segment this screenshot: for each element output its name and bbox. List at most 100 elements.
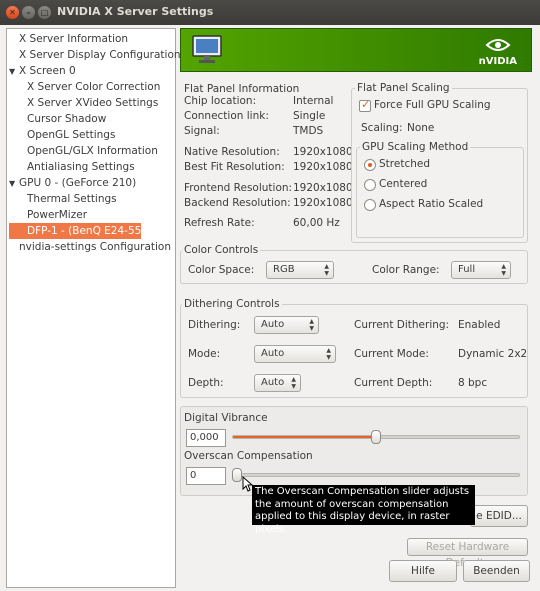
digital-vibrance-slider-handle[interactable]: [371, 430, 381, 444]
color-space-label: Color Space:: [188, 264, 255, 276]
overscan-slider[interactable]: [232, 473, 520, 477]
aspect-ratio-scaled-radio[interactable]: [364, 199, 376, 211]
info-value: 60,00 Hz: [293, 217, 340, 229]
scaling-label: Scaling:: [361, 122, 403, 134]
mode-dropdown[interactable]: Auto ▲ ▼: [254, 345, 336, 363]
maximize-window-icon[interactable]: □: [38, 6, 51, 19]
tree-item-powermizer[interactable]: PowerMizer: [27, 207, 87, 223]
info-value: Single: [293, 110, 326, 122]
flat-panel-info-title: Flat Panel Information: [182, 83, 302, 95]
mouse-pointer-icon: [242, 476, 254, 492]
updown-arrows-icon: ▲ ▼: [326, 347, 331, 361]
color-controls-title: Color Controls: [182, 244, 261, 256]
info-label: Connection link:: [184, 110, 269, 122]
dithering-controls-title: Dithering Controls: [182, 298, 282, 310]
tree-item-x-screen-0[interactable]: ▼ X Screen 0: [9, 63, 76, 79]
overscan-slider-handle[interactable]: [232, 468, 242, 482]
color-space-value: RGB: [273, 264, 295, 275]
mode-label: Mode:: [188, 348, 221, 360]
overscan-tooltip: The Overscan Compensation slider adjusts…: [252, 485, 475, 535]
flat-panel-scaling-title: Flat Panel Scaling: [355, 82, 452, 94]
dithering-value: Auto: [261, 319, 285, 330]
quit-button[interactable]: Beenden: [463, 560, 530, 582]
tree-item-color-correction[interactable]: X Server Color Correction: [27, 79, 160, 95]
digital-vibrance-slider-fill: [233, 436, 376, 438]
tree-item-opengl-settings[interactable]: OpenGL Settings: [27, 127, 115, 143]
close-window-icon[interactable]: ✕: [6, 6, 19, 19]
updown-arrows-icon: ▲ ▼: [309, 318, 314, 332]
nvidia-logo-text: nVIDIA: [478, 56, 517, 67]
nvidia-banner: nVIDIA: [180, 28, 532, 72]
current-depth-label: Current Depth:: [354, 377, 433, 389]
nvidia-eye-icon: [485, 39, 511, 51]
acquire-edid-button[interactable]: e EDID...: [470, 505, 528, 527]
tree-item-x-server-information[interactable]: X Server Information: [19, 31, 128, 47]
expander-down-icon[interactable]: ▼: [9, 176, 19, 192]
current-depth-value: 8 bpc: [458, 377, 488, 389]
force-gpu-scaling-checkbox[interactable]: [359, 98, 371, 112]
updown-arrows-icon: ▲ ▼: [324, 263, 329, 277]
tree-item-dfp-1[interactable]: DFP-1 - (BenQ E24-5500): [9, 223, 159, 239]
navigation-tree[interactable]: X Server Information X Server Display Co…: [6, 28, 181, 588]
dithering-dropdown[interactable]: Auto ▲ ▼: [254, 316, 319, 334]
mode-value: Auto: [261, 348, 285, 359]
info-label: Refresh Rate:: [184, 217, 255, 229]
title-bar: ✕ – □ NVIDIA X Server Settings: [0, 0, 540, 25]
gpu-scaling-method-title: GPU Scaling Method: [360, 141, 471, 153]
nvidia-logo: nVIDIA: [479, 37, 517, 67]
tree-item-label: GPU 0 - (GeForce 210): [19, 177, 137, 189]
info-label: Native Resolution:: [184, 146, 280, 158]
help-button[interactable]: Hilfe: [389, 560, 457, 582]
monitor-icon: [192, 35, 222, 63]
info-value: 1920x1080: [293, 161, 353, 173]
window-title: NVIDIA X Server Settings: [57, 5, 214, 18]
info-label: Signal:: [184, 125, 220, 137]
color-range-value: Full: [458, 264, 476, 275]
centered-radio[interactable]: [364, 179, 376, 191]
expander-down-icon[interactable]: ▼: [9, 64, 19, 80]
info-label: Best Fit Resolution:: [184, 161, 285, 173]
overscan-compensation-title: Overscan Compensation: [184, 450, 313, 462]
tree-item-thermal-settings[interactable]: Thermal Settings: [27, 191, 117, 207]
minimize-window-icon[interactable]: –: [22, 6, 35, 19]
updown-arrows-icon: ▲ ▼: [501, 263, 506, 277]
tree-item-opengl-glx-information[interactable]: OpenGL/GLX Information: [27, 143, 158, 159]
tree-item-cursor-shadow[interactable]: Cursor Shadow: [27, 111, 106, 127]
centered-label[interactable]: Centered: [379, 178, 427, 190]
force-gpu-scaling-label[interactable]: Force Full GPU Scaling: [374, 99, 491, 111]
current-mode-value: Dynamic 2x2: [458, 348, 528, 360]
current-dithering-label: Current Dithering:: [354, 319, 450, 331]
tree-item-label: X Screen 0: [19, 65, 76, 77]
stretched-radio[interactable]: [364, 159, 376, 171]
reset-hardware-defaults-button[interactable]: Reset Hardware Defaults: [407, 538, 528, 569]
info-label: Backend Resolution:: [184, 197, 291, 209]
color-range-dropdown[interactable]: Full ▲ ▼: [451, 261, 511, 279]
current-dithering-value: Enabled: [458, 319, 501, 331]
info-value: 1920x1080: [293, 146, 353, 158]
overscan-value-field[interactable]: 0: [186, 467, 226, 485]
current-mode-label: Current Mode:: [354, 348, 429, 360]
tree-item-antialiasing-settings[interactable]: Antialiasing Settings: [27, 159, 135, 175]
info-value: Internal: [293, 95, 334, 107]
dithering-label: Dithering:: [188, 319, 241, 331]
depth-dropdown[interactable]: Auto ▲ ▼: [254, 374, 301, 392]
color-space-dropdown[interactable]: RGB ▲ ▼: [266, 261, 334, 279]
depth-label: Depth:: [188, 377, 224, 389]
info-value: 1920x1080: [293, 197, 353, 209]
scaling-value: None: [407, 122, 435, 134]
info-value: TMDS: [293, 125, 324, 137]
tree-item-nvidia-settings-configuration[interactable]: nvidia-settings Configuration: [19, 239, 171, 255]
info-label: Frontend Resolution:: [184, 182, 293, 194]
stretched-label[interactable]: Stretched: [379, 158, 430, 170]
color-range-label: Color Range:: [372, 264, 440, 276]
tree-item-xvideo-settings[interactable]: X Server XVideo Settings: [27, 95, 158, 111]
tree-item-gpu-0[interactable]: ▼ GPU 0 - (GeForce 210): [9, 175, 136, 191]
digital-vibrance-title: Digital Vibrance: [184, 412, 268, 424]
tree-item-x-server-display-configuration[interactable]: X Server Display Configuration: [19, 47, 181, 63]
depth-value: Auto: [261, 377, 285, 388]
aspect-ratio-scaled-label[interactable]: Aspect Ratio Scaled: [379, 198, 483, 210]
info-label: Chip location:: [184, 95, 257, 107]
updown-arrows-icon: ▲ ▼: [291, 376, 296, 390]
digital-vibrance-value-field[interactable]: 0,000: [186, 429, 226, 447]
info-value: 1920x1080: [293, 182, 353, 194]
